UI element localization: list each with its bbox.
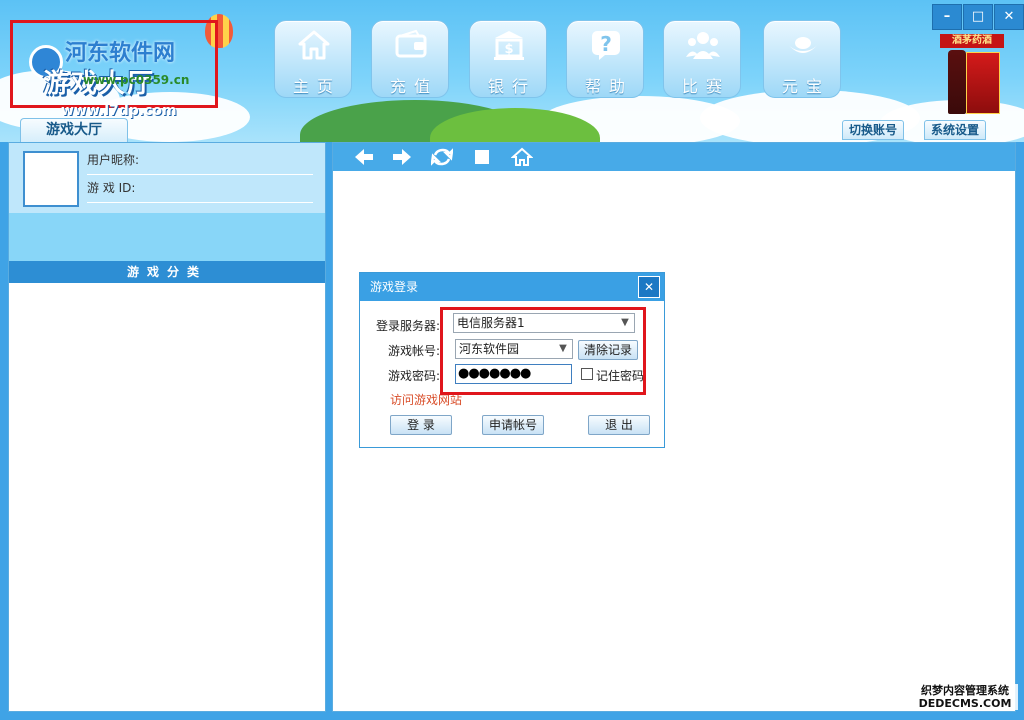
password-label: 游戏密码:: [388, 369, 441, 383]
bank-icon: $: [492, 29, 526, 61]
server-label: 登录服务器:: [376, 319, 441, 333]
nav-match-button[interactable]: 比赛: [663, 20, 741, 98]
watermark-line1: 织梦内容管理系统: [921, 684, 1009, 697]
system-settings-button[interactable]: 系统设置: [924, 120, 987, 140]
help-icon: ?: [589, 29, 623, 61]
ingot-icon: [786, 29, 820, 61]
login-button[interactable]: 登 录: [390, 415, 452, 435]
nav-help-button[interactable]: ? 帮助: [566, 20, 644, 98]
home-icon: [297, 29, 331, 61]
nav-recharge-button[interactable]: 充值: [371, 20, 449, 98]
nav-label: 元宝: [781, 77, 830, 96]
advertisement[interactable]: 酒茅药酒: [940, 34, 1004, 116]
nav-ingot-button[interactable]: 元宝: [763, 20, 841, 98]
nav-home-button[interactable]: 主页: [274, 20, 352, 98]
stop-icon[interactable]: [471, 147, 493, 167]
back-arrow-icon[interactable]: [353, 147, 375, 167]
wine-box-icon: [966, 52, 1000, 114]
logo[interactable]: 游戏大厅 河东软件网 www.pc0359.cn www.l7dp.com: [10, 20, 218, 119]
nav-label: 银行: [487, 77, 536, 96]
refresh-icon[interactable]: [430, 147, 454, 167]
users-icon: [686, 29, 720, 61]
ad-banner: 酒茅药酒: [940, 34, 1004, 48]
minimize-button[interactable]: –: [932, 4, 962, 30]
wallet-icon: [394, 29, 428, 61]
maximize-button[interactable]: □: [963, 4, 993, 30]
wine-bottle-icon: [948, 50, 966, 114]
left-panel: 用户昵称: 游 戏 ID: 游戏分类: [8, 142, 326, 712]
game-id-label: 游 戏 ID:: [87, 175, 313, 203]
game-category-header[interactable]: 游戏分类: [9, 261, 325, 283]
exit-button[interactable]: 退 出: [588, 415, 650, 435]
svg-text:$: $: [504, 42, 513, 57]
game-lobby-window: 游戏大厅 河东软件网 www.pc0359.cn www.l7dp.com 主页…: [0, 0, 1024, 720]
logo-site-name: 河东软件网: [65, 41, 176, 66]
watermark-line2: DEDECMS.COM: [918, 697, 1012, 710]
dialog-close-button[interactable]: ✕: [638, 276, 660, 298]
forward-arrow-icon[interactable]: [391, 147, 413, 167]
nav-label: 充值: [389, 77, 438, 96]
tab-game-lobby[interactable]: 游戏大厅: [20, 118, 128, 142]
close-window-button[interactable]: ✕: [994, 4, 1024, 30]
nav-bank-button[interactable]: $ 银行: [469, 20, 547, 98]
left-panel-band: [9, 213, 325, 261]
switch-account-button[interactable]: 切换账号: [842, 120, 905, 140]
account-label: 游戏帐号:: [388, 344, 441, 358]
nickname-label: 用户昵称:: [87, 147, 313, 175]
dialog-title: 游戏登录: [360, 273, 664, 301]
home-icon[interactable]: [510, 147, 534, 167]
watermark: 织梦内容管理系统 DEDECMS.COM: [912, 684, 1018, 710]
browser-toolbar: [333, 143, 1015, 171]
tab-bar: 游戏大厅 切换账号 系统设置: [0, 118, 1024, 142]
user-info-box: 用户昵称: 游 戏 ID:: [9, 143, 325, 213]
highlight-box: [440, 307, 646, 395]
logo-url: www.l7dp.com: [61, 103, 177, 119]
nav-label: 比赛: [681, 77, 730, 96]
nav-label: 帮助: [584, 77, 633, 96]
logo-url-overlay: www.pc0359.cn: [83, 73, 190, 87]
svg-text:?: ?: [600, 32, 612, 56]
nav-label: 主页: [292, 77, 341, 96]
register-account-button[interactable]: 申请帐号: [482, 415, 544, 435]
window-controls: – □ ✕: [931, 4, 1024, 30]
avatar[interactable]: [23, 151, 79, 207]
